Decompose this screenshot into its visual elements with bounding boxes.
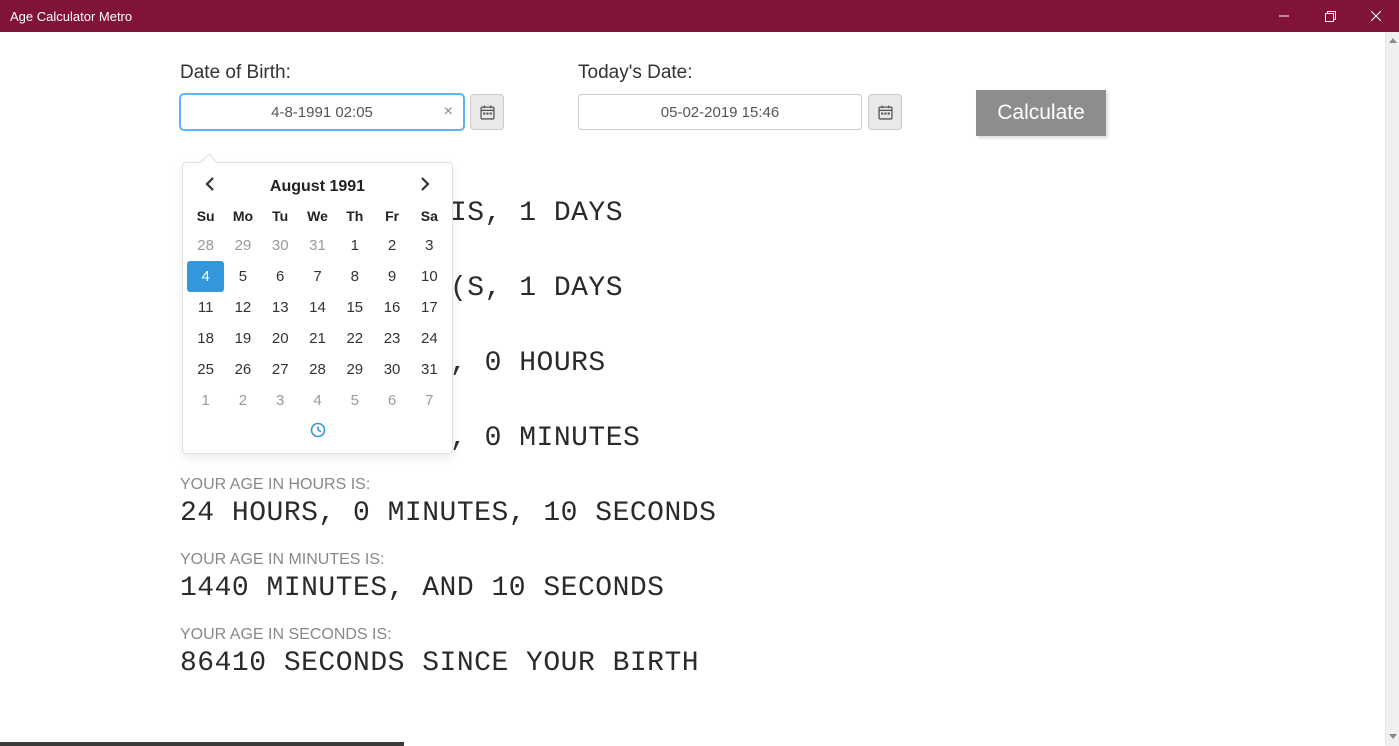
calendar-day[interactable]: 29 [336,354,373,385]
window-controls [1261,0,1399,32]
calendar-day[interactable]: 10 [411,261,448,292]
day-of-week-header: Fr [373,202,410,230]
calendar-day[interactable]: 18 [187,323,224,354]
calendar-day[interactable]: 20 [262,323,299,354]
calendar-day[interactable]: 1 [336,230,373,261]
calendar-day[interactable]: 6 [373,385,410,416]
scrollbar[interactable] [1385,32,1399,744]
calendar-day[interactable]: 15 [336,292,373,323]
calendar-day[interactable]: 8 [336,261,373,292]
calendar-day[interactable]: 26 [224,354,261,385]
titlebar: Age Calculator Metro [0,0,1399,32]
calendar-day[interactable]: 6 [262,261,299,292]
calendar-day[interactable]: 25 [187,354,224,385]
calendar-day[interactable]: 23 [373,323,410,354]
calendar-icon [878,105,893,120]
clear-icon[interactable]: × [444,104,453,120]
calendar-day[interactable]: 19 [224,323,261,354]
today-calendar-button[interactable] [868,94,902,130]
calendar-day[interactable]: 22 [336,323,373,354]
calendar-day[interactable]: 21 [299,323,336,354]
calendar-day[interactable]: 5 [224,261,261,292]
day-of-week-header: We [299,202,336,230]
today-label: Today's Date: [578,62,902,84]
calendar-day[interactable]: 14 [299,292,336,323]
result-value-minutes: 1440 MINUTES, AND 10 SECONDS [180,573,1205,604]
calendar-day[interactable]: 17 [411,292,448,323]
result-label-hours: YOUR AGE IN HOURS IS: [180,476,1205,494]
calendar-day[interactable]: 28 [299,354,336,385]
day-of-week-header: Th [336,202,373,230]
day-of-week-header: Su [187,202,224,230]
date-picker-popup: August 1991 SuMoTuWeThFrSa 2829303112345… [182,162,453,454]
calendar-day[interactable]: 28 [187,230,224,261]
calendar-day[interactable]: 31 [411,354,448,385]
calculate-button[interactable]: Calculate [976,90,1106,136]
dob-label: Date of Birth: [180,62,504,84]
bottom-bar [0,742,404,746]
result-value-hours: 24 HOURS, 0 MINUTES, 10 SECONDS [180,498,1205,529]
scroll-up-button[interactable] [1386,32,1399,48]
calendar-day[interactable]: 2 [224,385,261,416]
calendar-day[interactable]: 13 [262,292,299,323]
calendar-day[interactable]: 3 [411,230,448,261]
day-of-week-header: Sa [411,202,448,230]
calendar-day[interactable]: 1 [187,385,224,416]
next-month-button[interactable] [414,177,438,196]
calendar-day[interactable]: 4 [187,261,224,292]
calendar-icon [480,105,495,120]
result-label-seconds: YOUR AGE IN SECONDS IS: [180,626,1205,644]
day-of-week-header: Mo [224,202,261,230]
calendar-day[interactable]: 30 [373,354,410,385]
calendar-day[interactable]: 7 [299,261,336,292]
close-button[interactable] [1353,0,1399,32]
result-value-seconds: 86410 SECONDS SINCE YOUR BIRTH [180,648,1205,679]
result-label-minutes: YOUR AGE IN MINUTES IS: [180,551,1205,569]
calendar-day[interactable]: 31 [299,230,336,261]
calendar-day[interactable]: 16 [373,292,410,323]
dob-input[interactable] [181,104,463,121]
calendar-day[interactable]: 4 [299,385,336,416]
chevron-right-icon [421,177,430,191]
calendar-day[interactable]: 30 [262,230,299,261]
app-title: Age Calculator Metro [10,9,1261,24]
calendar-day[interactable]: 7 [411,385,448,416]
day-of-week-header: Tu [262,202,299,230]
window-body: Date of Birth: × Today's Date: [0,32,1399,746]
calendar-day[interactable]: 24 [411,323,448,354]
today-input-box[interactable] [578,94,862,130]
time-picker-button[interactable] [310,422,326,442]
calendar-day[interactable]: 27 [262,354,299,385]
today-input[interactable] [579,104,861,121]
calendar-day[interactable]: 3 [262,385,299,416]
chevron-left-icon [205,177,214,191]
dob-calendar-button[interactable] [470,94,504,130]
dob-input-box[interactable]: × [180,94,464,130]
scroll-down-button[interactable] [1386,728,1399,744]
month-year-title[interactable]: August 1991 [270,178,365,196]
maximize-button[interactable] [1307,0,1353,32]
calendar-day[interactable]: 11 [187,292,224,323]
calendar-day[interactable]: 12 [224,292,261,323]
minimize-button[interactable] [1261,0,1307,32]
prev-month-button[interactable] [197,177,221,196]
calendar-day[interactable]: 29 [224,230,261,261]
calendar-day[interactable]: 9 [373,261,410,292]
clock-icon [310,422,326,438]
calendar-day[interactable]: 2 [373,230,410,261]
calendar-day[interactable]: 5 [336,385,373,416]
